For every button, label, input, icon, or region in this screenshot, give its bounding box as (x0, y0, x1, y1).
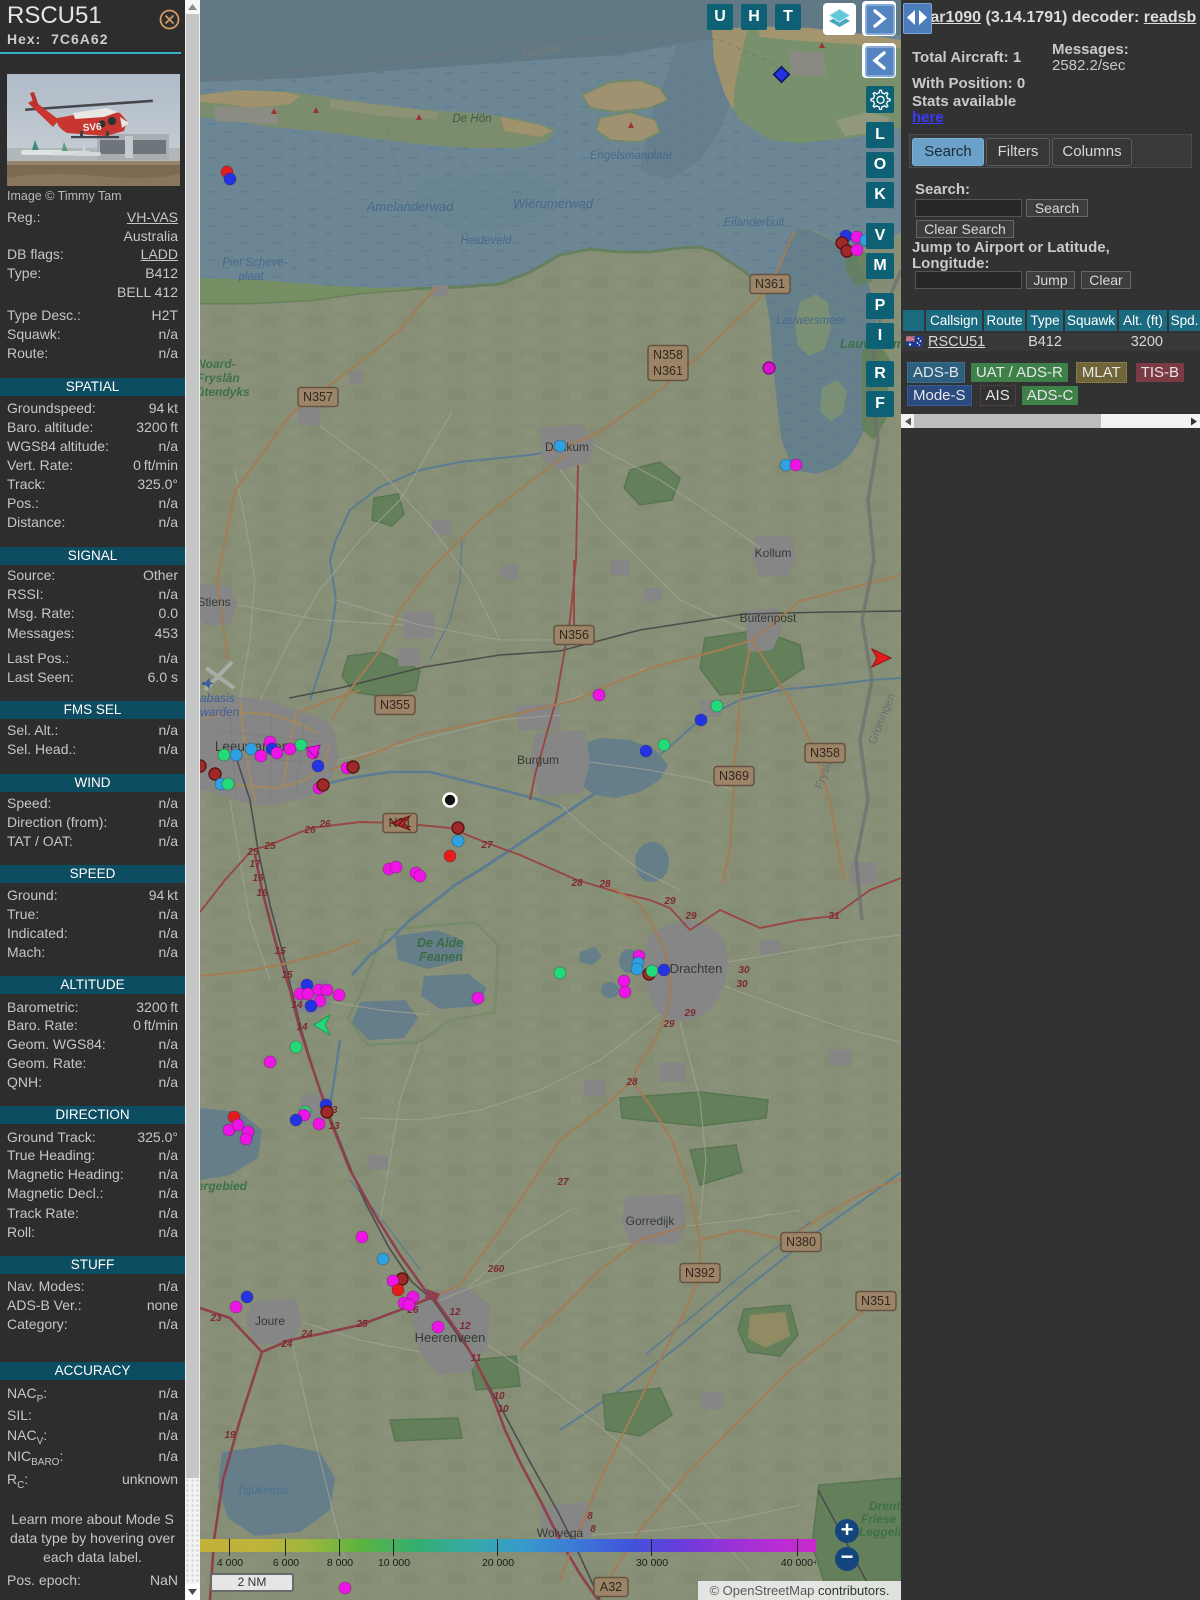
svg-text:Piet Scheve-: Piet Scheve- (222, 257, 287, 269)
svg-text:24: 24 (300, 1329, 313, 1340)
svg-text:19: 19 (224, 1430, 236, 1441)
svg-text:28: 28 (598, 879, 611, 890)
svg-text:30: 30 (736, 979, 748, 990)
svg-text:Joure: Joure (255, 1314, 285, 1328)
svg-text:26: 26 (318, 819, 331, 830)
svg-text:Wierumerwad: Wierumerwad (513, 196, 594, 211)
svg-text:12: 12 (459, 1321, 471, 1332)
svg-text:Burgum: Burgum (517, 753, 559, 767)
svg-text:10: 10 (497, 1404, 509, 1415)
svg-text:29: 29 (684, 911, 697, 922)
svg-text:Leggelder: Leggelder (859, 1525, 901, 1539)
svg-text:11: 11 (471, 1353, 482, 1364)
svg-text:N361: N361 (755, 277, 785, 291)
svg-text:31: 31 (828, 911, 840, 922)
svg-text:Stiens: Stiens (200, 595, 231, 609)
svg-text:abasis: abasis (200, 691, 235, 705)
svg-text:6 000: 6 000 (273, 1557, 299, 1567)
svg-text:Dokkum: Dokkum (545, 440, 589, 454)
svg-text:14: 14 (291, 1000, 303, 1011)
svg-text:8 000: 8 000 (327, 1557, 353, 1567)
svg-text:15: 15 (281, 970, 293, 981)
svg-text:16: 16 (256, 888, 268, 899)
svg-text:30 000: 30 000 (636, 1557, 668, 1567)
svg-text:Friese Wo: Friese Wo (861, 1512, 901, 1526)
svg-text:8: 8 (590, 1524, 596, 1535)
svg-text:10: 10 (493, 1391, 505, 1402)
svg-text:Engelsmanplaat: Engelsmanplaat (590, 150, 673, 162)
svg-text:Drachten: Drachten (670, 961, 723, 976)
svg-text:12: 12 (449, 1307, 461, 1318)
svg-text:260: 260 (487, 1264, 505, 1275)
svg-text:N380: N380 (786, 1235, 816, 1249)
svg-text:Tsjûkemar: Tsjûkemar (237, 1485, 291, 1497)
svg-text:De Hön: De Hön (453, 113, 492, 125)
svg-text:27: 27 (480, 840, 493, 851)
svg-text:17: 17 (249, 859, 261, 870)
svg-text:Fryslân: Fryslân (200, 371, 240, 385)
svg-text:N358: N358 (653, 348, 683, 362)
svg-text:Heerenveen: Heerenveen (415, 1330, 486, 1345)
svg-text:26: 26 (303, 825, 316, 836)
svg-text:16: 16 (252, 873, 264, 884)
svg-text:Feanen: Feanen (419, 950, 463, 964)
svg-text:N356: N356 (559, 628, 589, 642)
svg-text:N351: N351 (861, 1294, 891, 1308)
svg-text:28: 28 (625, 1077, 638, 1088)
svg-text:Wolvega: Wolvega (537, 1526, 584, 1540)
svg-text:N392: N392 (685, 1266, 715, 1280)
svg-text:Drents-: Drents- (869, 1499, 901, 1513)
svg-text:plaat: plaat (238, 271, 265, 283)
svg-text:N361: N361 (653, 364, 683, 378)
svg-text:A32: A32 (600, 1580, 622, 1594)
svg-text:29: 29 (662, 1019, 675, 1030)
svg-text:N355: N355 (380, 698, 410, 712)
svg-text:ergebied: ergebied (200, 1179, 248, 1193)
svg-text:25: 25 (355, 1319, 368, 1330)
svg-text:Amelanderwad: Amelanderwad (366, 199, 454, 214)
svg-text:8: 8 (587, 1511, 593, 1522)
svg-text:29: 29 (663, 896, 676, 907)
svg-text:30: 30 (738, 965, 750, 976)
svg-text:29: 29 (683, 1008, 696, 1019)
svg-text:Eilanderbult: Eilanderbult (724, 217, 786, 229)
svg-text:N358: N358 (810, 746, 840, 760)
svg-text:N357: N357 (303, 390, 333, 404)
svg-text:Gorredijk: Gorredijk (626, 1214, 676, 1228)
svg-text:Noard-: Noard- (200, 357, 236, 371)
svg-text:25: 25 (246, 847, 259, 858)
svg-text:28: 28 (570, 878, 583, 889)
svg-text:Buitenpost: Buitenpost (740, 611, 797, 625)
svg-text:Lauwersmeer: Lauwersmeer (776, 315, 847, 327)
svg-text:4 000: 4 000 (217, 1557, 243, 1567)
svg-text:warden: warden (200, 705, 240, 719)
svg-text:SV6: SV6 (82, 122, 102, 134)
svg-text:27: 27 (556, 1177, 569, 1188)
svg-text:25: 25 (263, 841, 276, 852)
svg-text:20 000: 20 000 (482, 1557, 514, 1567)
svg-text:15: 15 (274, 946, 286, 957)
svg-text:Kollum: Kollum (755, 546, 792, 560)
svg-text:14: 14 (296, 1022, 308, 1033)
svg-text:23: 23 (209, 1313, 222, 1324)
svg-text:Heideveld: Heideveld (460, 235, 512, 247)
svg-text:ûtendyks: ûtendyks (200, 385, 250, 399)
svg-text:13: 13 (328, 1121, 340, 1132)
svg-text:10 000: 10 000 (378, 1557, 410, 1567)
svg-text:De Alde: De Alde (417, 936, 463, 950)
svg-text:24: 24 (280, 1339, 293, 1350)
svg-text:40 000+: 40 000+ (781, 1557, 816, 1567)
svg-text:N369: N369 (719, 769, 749, 783)
